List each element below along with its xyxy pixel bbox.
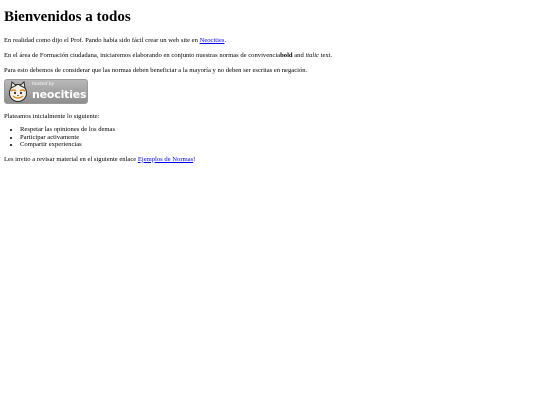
outro-end: ! [193,155,196,163]
area-text: En el área de Formación ciudadana, inici… [4,52,281,59]
bold-text: bold [280,52,293,59]
page-title: Bienvenidos a todos [4,9,131,25]
list-item: Respetar las opiniones de los demas [20,126,536,134]
ejemplos-de-normas-link[interactable]: Ejemplos de Normas [138,156,193,163]
list-item: Compartir experiencias [20,141,536,149]
outro-paragraph: Les invito a revisar material en el sigu… [4,156,536,164]
area-paragraph: En el área de Formación ciudadana, inici… [4,52,536,60]
intro-text: En realidad como dijo el Prof. Pando hab… [4,37,200,44]
list-item: Participar activamente [20,134,536,142]
badge-hosted-by: hosted by [32,82,55,88]
badge-neocities: neocities [32,87,87,101]
outro-text: Les invito a revisar material en el sigu… [4,155,138,163]
norms-list: Respetar las opiniones de los demas Part… [4,126,536,149]
neocities-cat-icon [9,80,27,102]
italic-text: italic [305,52,319,59]
page: Bienvenidos a todos En realidad como dij… [0,0,540,405]
intro-paragraph: En realidad como dijo el Prof. Pando hab… [4,37,536,45]
and-text: and [292,52,306,59]
area-end: text. [318,52,333,59]
badge-label: hosted by neocities [32,82,87,101]
neocities-link[interactable]: Neocities [200,37,225,44]
intro-end: . [224,37,227,44]
hosted-by-neocities-badge[interactable]: hosted by neocities [4,79,88,104]
norms-paragraph: Para esto debemos de considerar que las … [4,67,308,74]
list-intro: Plateamos inicialmente lo siguiente: [4,113,100,120]
